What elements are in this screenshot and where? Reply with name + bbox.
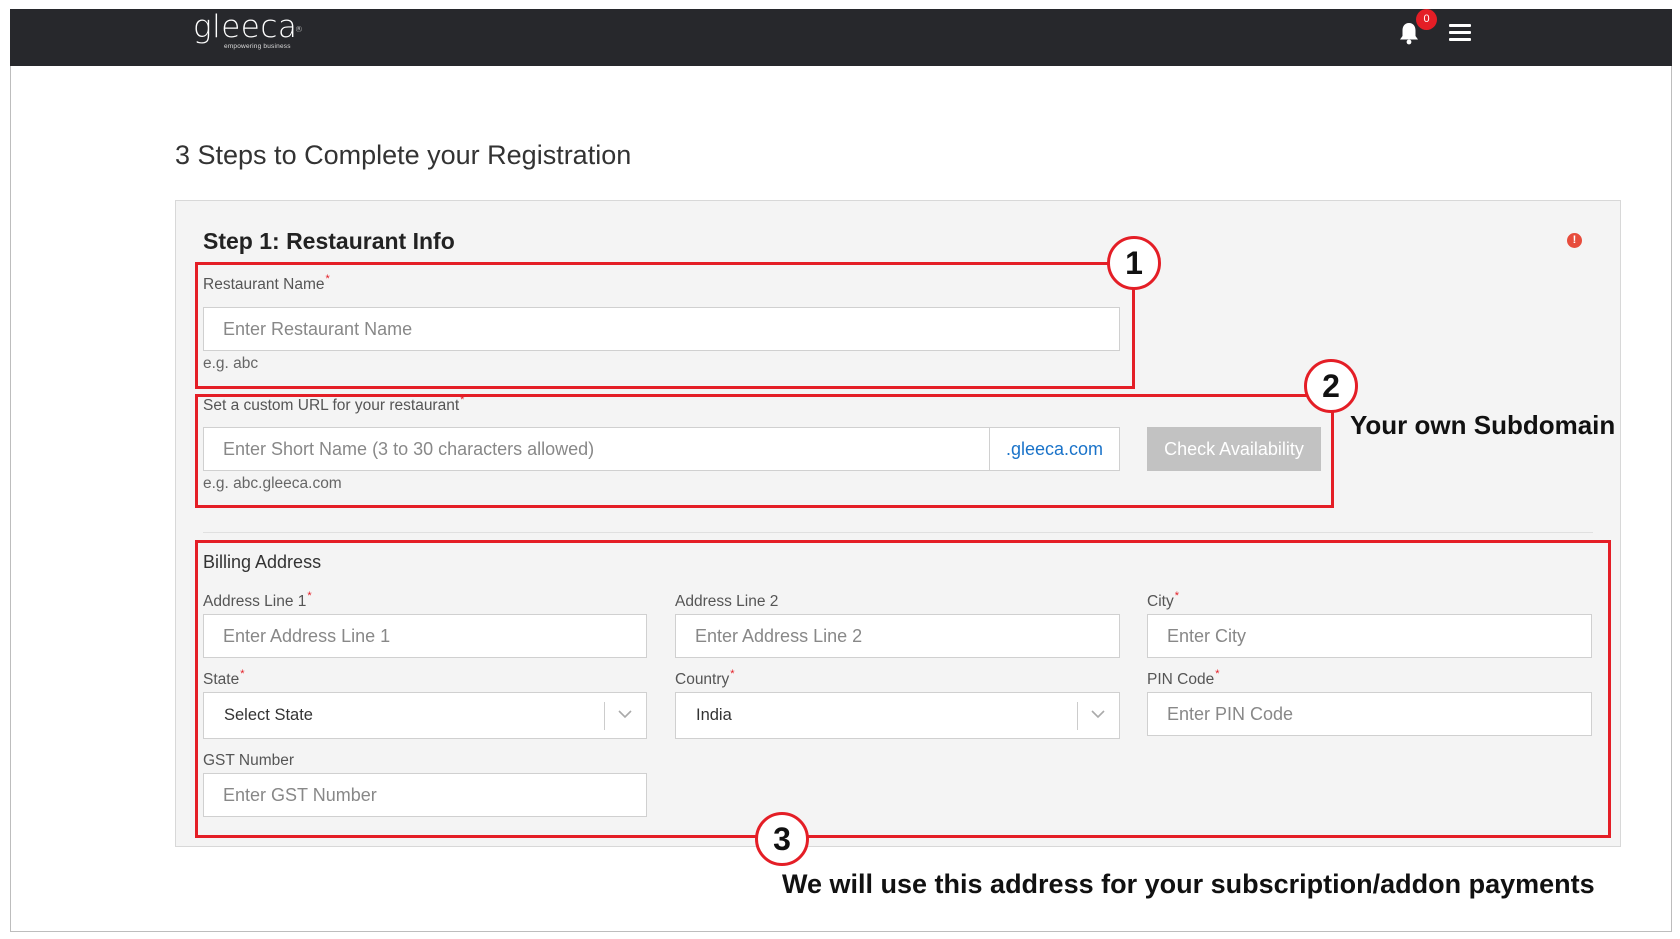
notification-badge: 0: [1416, 9, 1437, 30]
annotation-box-subdomain: [195, 394, 1334, 508]
hamburger-menu-icon[interactable]: [1449, 24, 1471, 42]
section-divider: [203, 532, 1593, 533]
logo-registered-mark: ®: [294, 25, 304, 34]
step-title: Step 1: Restaurant Info: [203, 228, 455, 254]
annotation-marker-2: 2: [1304, 359, 1358, 413]
gleeca-logo[interactable]: gleeca ®: [193, 9, 303, 45]
annotation-marker-1: 1: [1107, 236, 1161, 290]
subdomain-annotation: Your own Subdomain: [1350, 410, 1616, 440]
logo-tagline: empowering business: [224, 43, 291, 50]
page-title: 3 Steps to Complete your Registration: [175, 140, 632, 170]
annotation-box-billing: [195, 540, 1611, 838]
billing-annotation: We will use this address for your subscr…: [782, 869, 1595, 899]
logo-text: gleeca: [193, 9, 298, 45]
annotation-box-restaurant-name: [195, 262, 1135, 389]
info-alert-icon[interactable]: !: [1567, 233, 1582, 248]
annotation-marker-3: 3: [755, 812, 809, 866]
